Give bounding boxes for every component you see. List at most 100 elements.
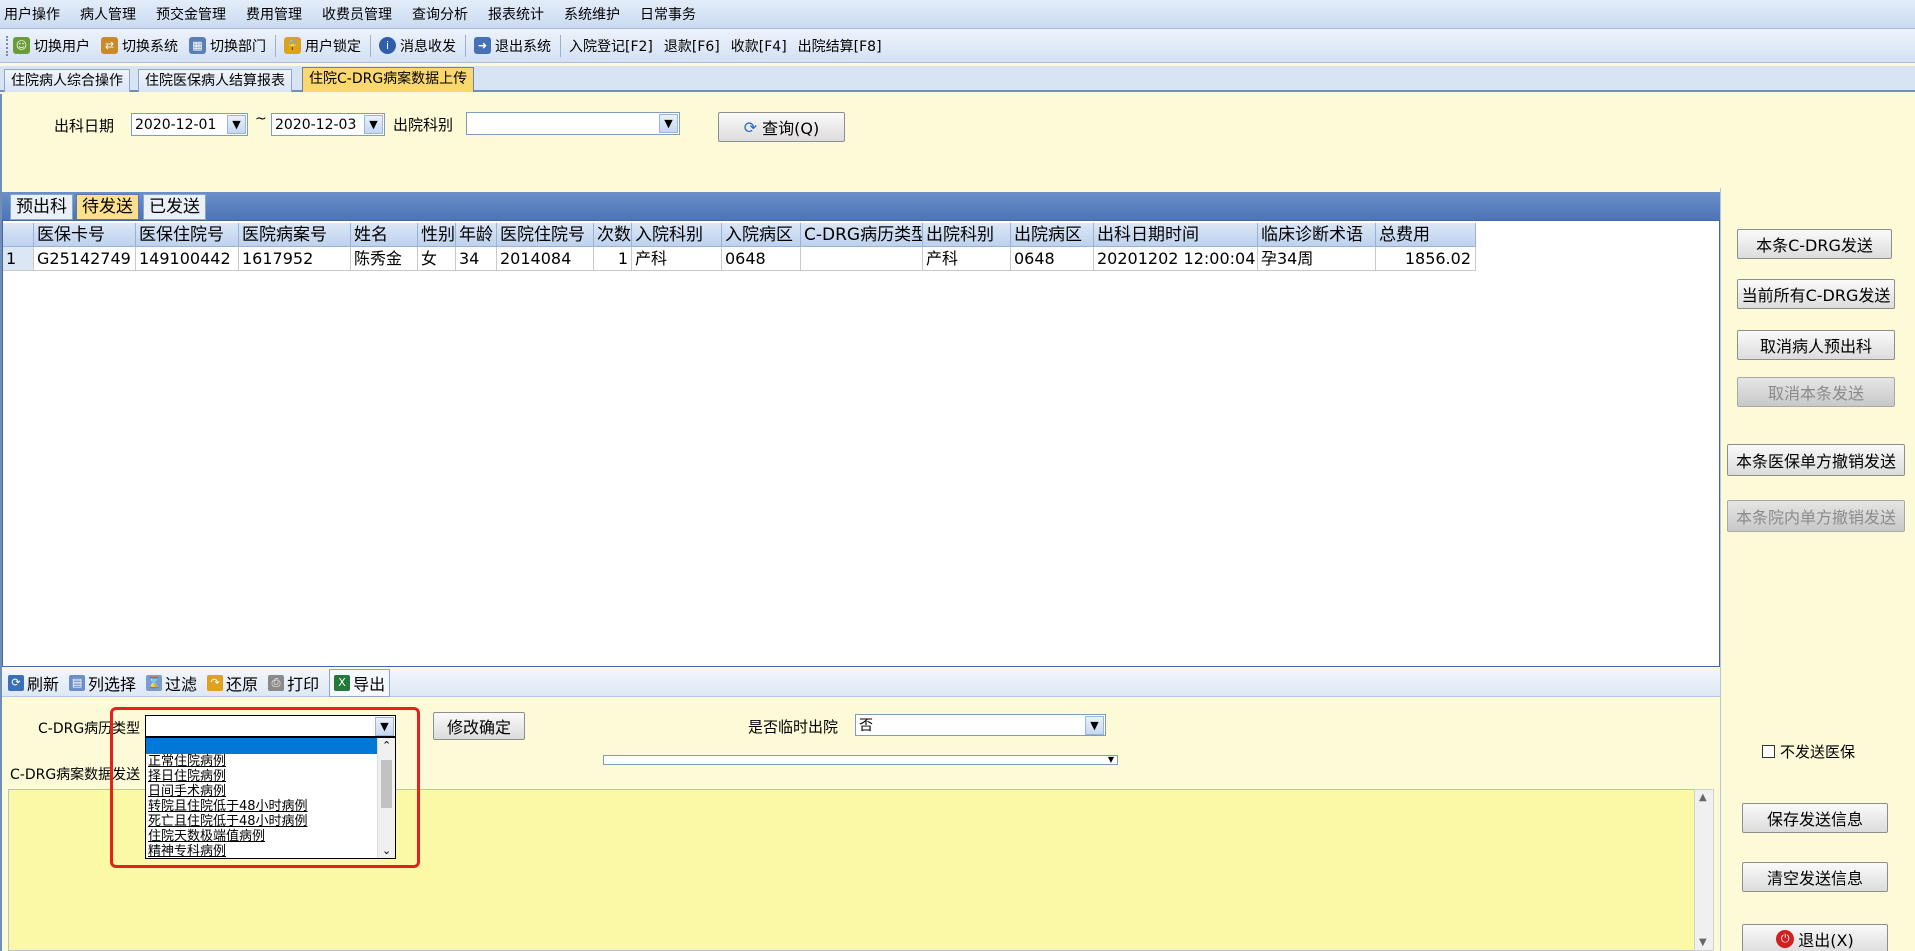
query-button[interactable]: ⟳ 查询(Q) — [718, 112, 845, 142]
menu-patient-mgmt[interactable]: 病人管理 — [80, 4, 136, 24]
checkbox-box[interactable] — [1762, 745, 1775, 758]
exit-door-icon: ➜ — [474, 37, 491, 54]
temp-discharge-select[interactable]: 否 ▼ — [855, 714, 1106, 736]
column-header[interactable]: 入院科别 — [632, 223, 722, 247]
tab-pre-discharge[interactable]: 预出科 — [10, 194, 73, 220]
admit-button[interactable]: 入院登记[F2] — [569, 36, 653, 56]
table-cell[interactable]: 20201202 12:00:04 — [1094, 247, 1258, 271]
column-header[interactable]: 总费用 — [1376, 223, 1476, 247]
printer-icon: ⎙ — [268, 674, 285, 691]
column-header[interactable]: 出院病区 — [1011, 223, 1094, 247]
user-lock-button[interactable]: 🔒 用户锁定 — [284, 36, 361, 56]
table-cell[interactable]: 2014084 — [497, 247, 594, 271]
menu-reports[interactable]: 报表统计 — [488, 4, 544, 24]
discharge-dept-select[interactable]: ▼ — [466, 112, 680, 135]
column-header[interactable]: 年龄 — [456, 223, 497, 247]
column-header[interactable]: 出科日期时间 — [1094, 223, 1258, 247]
column-header[interactable]: 临床诊断术语 — [1258, 223, 1376, 247]
refund-button[interactable]: 退款[F6] — [664, 36, 720, 56]
column-header[interactable]: 次数 — [594, 223, 632, 247]
column-select-button[interactable]: ▤ 列选择 — [69, 671, 136, 695]
column-header[interactable]: 医院住院号 — [497, 223, 594, 247]
column-header[interactable]: 医保卡号 — [34, 223, 136, 247]
menu-daily-tasks[interactable]: 日常事务 — [640, 4, 696, 24]
exit-button[interactable]: ⏻ 退出(X) — [1742, 924, 1888, 951]
table-cell[interactable]: 产科 — [923, 247, 1011, 271]
column-header[interactable]: 出院科别 — [923, 223, 1011, 247]
table-cell[interactable]: 孕34周 — [1258, 247, 1376, 271]
message-button[interactable]: i 消息收发 — [379, 36, 456, 56]
hospital-revoke-send-button[interactable]: 本条院内单方撤销发送 — [1727, 500, 1905, 532]
restore-button[interactable]: ↷ 还原 — [207, 671, 258, 695]
table-cell[interactable]: 149100442 — [136, 247, 239, 271]
small-combo[interactable]: ▼ — [603, 755, 1118, 765]
scroll-down-icon[interactable]: ▼ — [1699, 937, 1707, 948]
scroll-up-icon[interactable]: ▲ — [1699, 792, 1707, 803]
no-send-insurance-checkbox[interactable]: 不发送医保 — [1762, 741, 1855, 762]
table-cell[interactable]: 产科 — [632, 247, 722, 271]
switch-user-button[interactable]: ☺ 切换用户 — [13, 36, 90, 56]
chevron-down-icon[interactable]: ▼ — [227, 115, 246, 134]
tab-sent[interactable]: 已发送 — [143, 194, 206, 220]
switch-dept-button[interactable]: ▦ 切换部门 — [189, 36, 266, 56]
menu-query-analysis[interactable]: 查询分析 — [412, 4, 468, 24]
table-cell[interactable]: 陈秀金 — [351, 247, 418, 271]
table-cell[interactable]: G25142749 — [34, 247, 136, 271]
menu-deposit-mgmt[interactable]: 预交金管理 — [156, 4, 226, 24]
table-cell[interactable]: 1 — [594, 247, 632, 271]
chevron-down-icon[interactable]: ▼ — [364, 115, 383, 134]
table-cell[interactable]: 0648 — [722, 247, 801, 271]
row-indicator-header — [3, 223, 34, 247]
excel-icon: X — [334, 674, 351, 691]
cancel-send-button[interactable]: 取消本条发送 — [1737, 377, 1895, 407]
date-from-picker[interactable]: 2020-12-01 ▼ — [131, 113, 248, 136]
tab-insurance-report[interactable]: 住院医保病人结算报表 — [138, 69, 292, 92]
discharge-settle-button[interactable]: 出院结算[F8] — [798, 36, 882, 56]
save-send-info-button[interactable]: 保存发送信息 — [1742, 803, 1888, 833]
column-header[interactable]: 入院病区 — [722, 223, 801, 247]
table-cell[interactable]: 女 — [418, 247, 456, 271]
table-cell[interactable]: 1856.02 — [1376, 247, 1476, 271]
date-to-picker[interactable]: 2020-12-03 ▼ — [271, 113, 385, 136]
main-toolbar: ☺ 切换用户 ⇄ 切换系统 ▦ 切换部门 🔒 用户锁定 i 消息收发 ➜ 退出系统 入院登记… — [0, 29, 1915, 63]
textarea-scrollbar[interactable]: ▲ ▼ — [1694, 789, 1714, 951]
column-header[interactable]: C-DRG病历类型 — [801, 223, 923, 247]
insurance-revoke-send-button[interactable]: 本条医保单方撤销发送 — [1727, 444, 1905, 476]
column-header[interactable]: 性别 — [418, 223, 456, 247]
menu-fee-mgmt[interactable]: 费用管理 — [246, 4, 302, 24]
menu-system-maint[interactable]: 系统维护 — [564, 4, 620, 24]
clear-send-info-button[interactable]: 清空发送信息 — [1742, 862, 1888, 892]
tab-inpatient-ops[interactable]: 住院病人综合操作 — [4, 69, 130, 92]
collect-button[interactable]: 收款[F4] — [731, 36, 787, 56]
info-icon: i — [379, 37, 396, 54]
table-cell[interactable]: 1617952 — [239, 247, 351, 271]
table-cell[interactable]: 0648 — [1011, 247, 1094, 271]
export-button[interactable]: X 导出 — [329, 668, 391, 697]
table-row[interactable]: 1 G25142749 149100442 1617952 陈秀金 女 34 2… — [3, 247, 1476, 271]
chevron-down-icon[interactable]: ▼ — [659, 114, 678, 133]
chevron-down-icon[interactable]: ▼ — [1085, 716, 1104, 735]
users-icon: ☺ — [13, 37, 30, 54]
tab-pending-send[interactable]: 待发送 — [76, 194, 139, 220]
table-cell[interactable]: 34 — [456, 247, 497, 271]
exit-system-button[interactable]: ➜ 退出系统 — [474, 36, 551, 56]
refresh-button[interactable]: ⟳ 刷新 — [8, 671, 59, 695]
hourglass-icon: ⌛ — [146, 674, 163, 691]
menu-cashier-mgmt[interactable]: 收费员管理 — [322, 4, 392, 24]
confirm-edit-button[interactable]: 修改确定 — [433, 712, 525, 740]
column-header[interactable]: 医院病案号 — [239, 223, 351, 247]
send-this-cdrg-button[interactable]: 本条C-DRG发送 — [1737, 229, 1892, 259]
filter-button[interactable]: ⌛ 过滤 — [146, 671, 197, 695]
patient-grid: 医保卡号 医保住院号 医院病案号 姓名 性别 年龄 医院住院号 次数 入院科别 … — [2, 220, 1720, 667]
cancel-pre-discharge-button[interactable]: 取消病人预出科 — [1737, 330, 1895, 360]
switch-system-button[interactable]: ⇄ 切换系统 — [101, 36, 178, 56]
tab-cdrg-upload[interactable]: 住院C-DRG病案数据上传 — [302, 67, 475, 92]
print-button[interactable]: ⎙ 打印 — [268, 671, 319, 695]
column-header[interactable]: 姓名 — [351, 223, 418, 247]
send-all-cdrg-button[interactable]: 当前所有C-DRG发送 — [1737, 279, 1895, 309]
column-header[interactable]: 医保住院号 — [136, 223, 239, 247]
table-cell[interactable] — [801, 247, 923, 271]
refresh-icon: ⟳ — [8, 674, 24, 691]
menu-user-ops[interactable]: 用户操作 — [4, 4, 60, 24]
undo-arrow-icon: ↷ — [207, 674, 224, 691]
